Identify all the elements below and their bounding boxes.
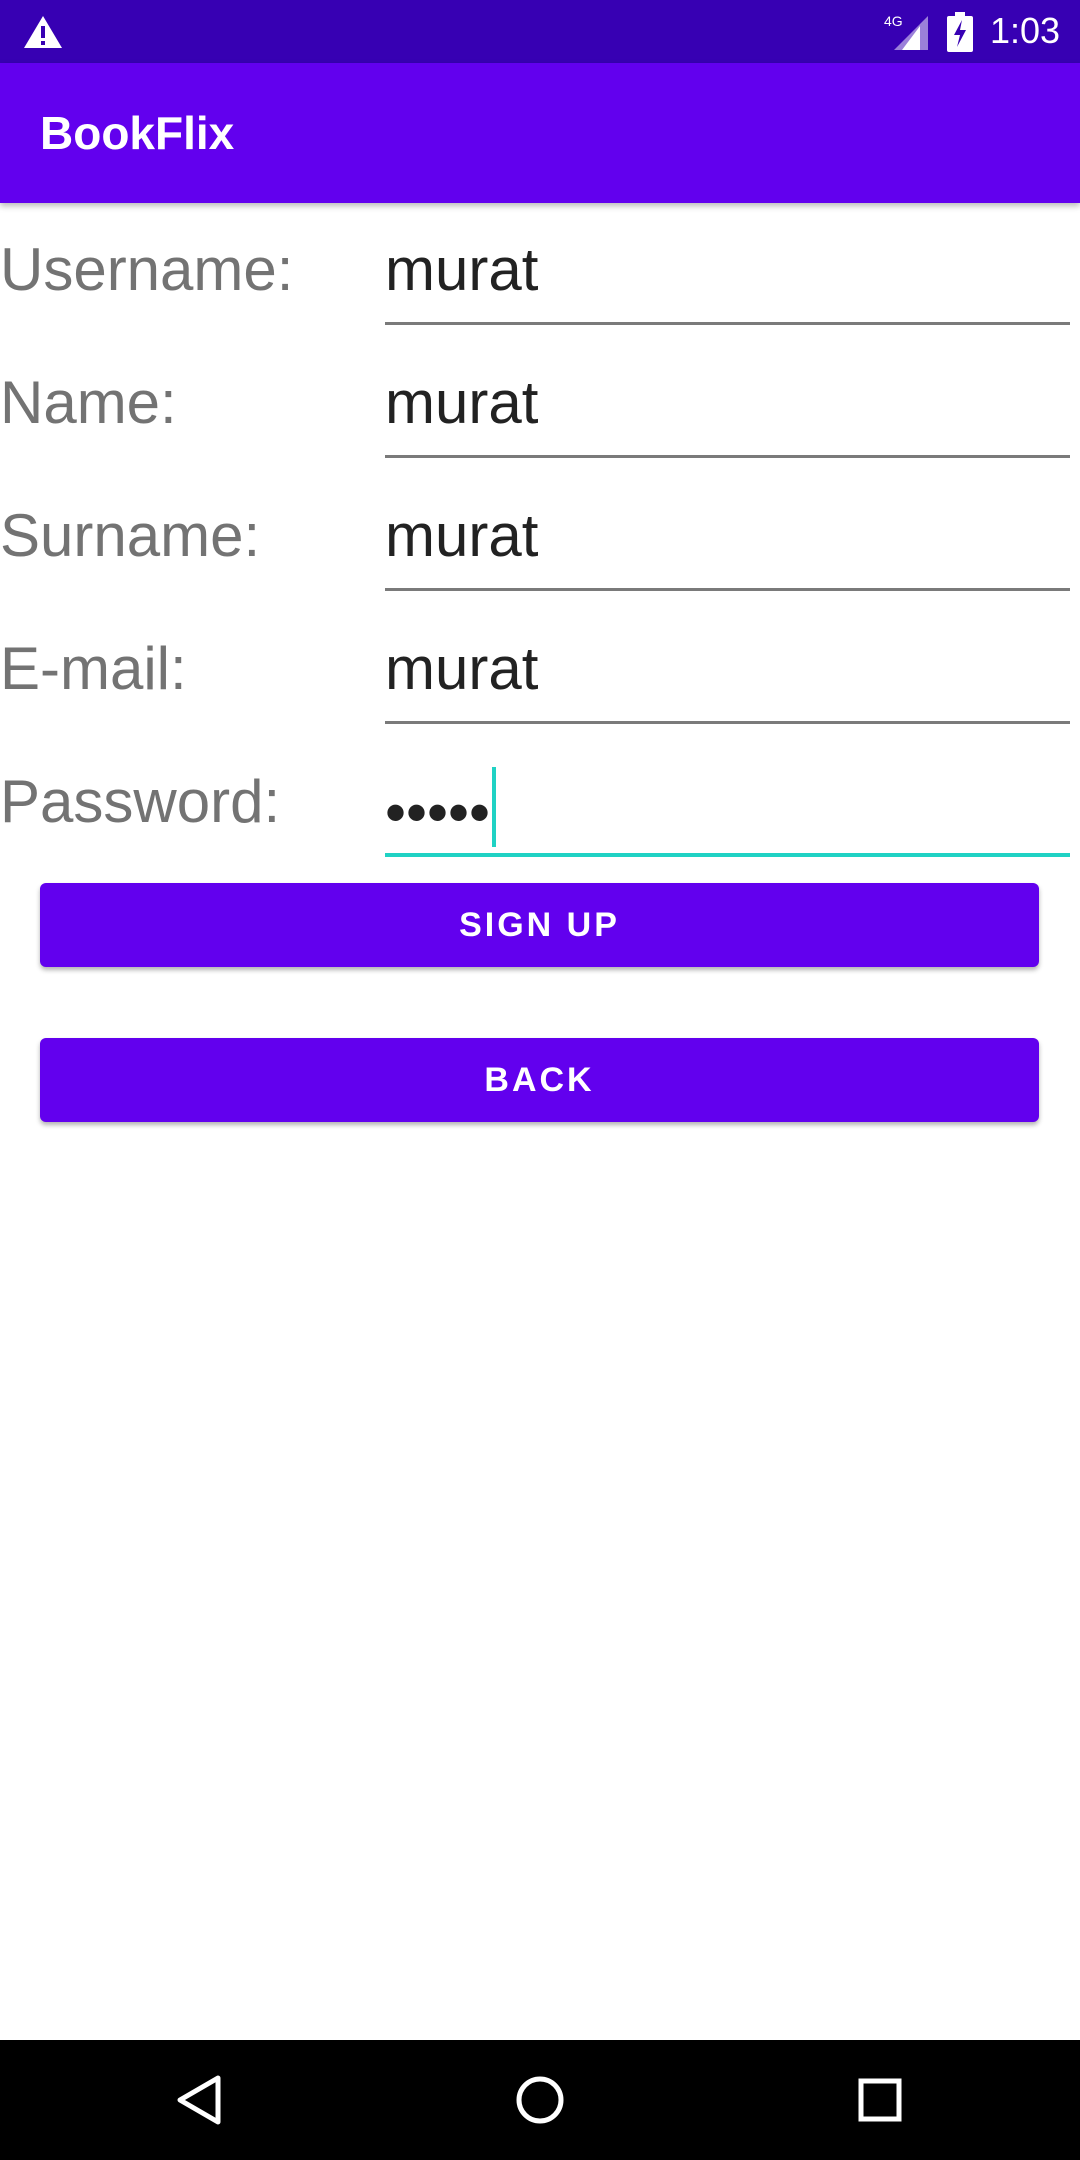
text-cursor xyxy=(492,767,497,847)
navigation-bar xyxy=(0,2040,1080,2160)
recents-icon[interactable] xyxy=(850,2070,910,2130)
username-label: Username: xyxy=(0,236,294,303)
email-value: murat xyxy=(385,635,539,702)
battery-charging-icon xyxy=(947,12,973,52)
email-label: E-mail: xyxy=(0,635,187,702)
cell-signal-icon: 4G xyxy=(884,13,928,50)
password-field[interactable]: ••••• xyxy=(385,747,1070,857)
warning-icon xyxy=(24,16,62,48)
clock: 1:03 xyxy=(990,10,1061,51)
name-value: murat xyxy=(385,369,539,436)
name-field[interactable]: murat xyxy=(385,348,1070,458)
email-field[interactable]: murat xyxy=(385,614,1070,724)
name-label: Name: xyxy=(0,369,177,436)
name-row: Name: murat xyxy=(0,348,1080,478)
surname-field[interactable]: murat xyxy=(385,481,1070,591)
username-field[interactable]: murat xyxy=(385,215,1070,325)
surname-row: Surname: murat xyxy=(0,481,1080,611)
status-bar: 4G 1:03 xyxy=(0,0,1080,63)
sign-up-button[interactable]: SIGN UP xyxy=(40,883,1039,967)
password-value: ••••• xyxy=(385,779,491,846)
back-icon[interactable] xyxy=(170,2070,230,2130)
username-value: murat xyxy=(385,236,539,303)
back-button[interactable]: BACK xyxy=(40,1038,1039,1122)
email-row: E-mail: murat xyxy=(0,614,1080,744)
app-bar: BookFlix xyxy=(0,63,1080,203)
home-icon[interactable] xyxy=(510,2070,570,2130)
surname-label: Surname: xyxy=(0,502,261,569)
password-label: Password: xyxy=(0,768,281,835)
password-value-wrap: ••••• xyxy=(385,767,497,848)
app-title: BookFlix xyxy=(40,107,235,159)
network-type-label: 4G xyxy=(884,13,903,29)
password-row: Password: ••••• xyxy=(0,747,1080,877)
username-row: Username: murat xyxy=(0,215,1080,345)
surname-value: murat xyxy=(385,502,539,569)
